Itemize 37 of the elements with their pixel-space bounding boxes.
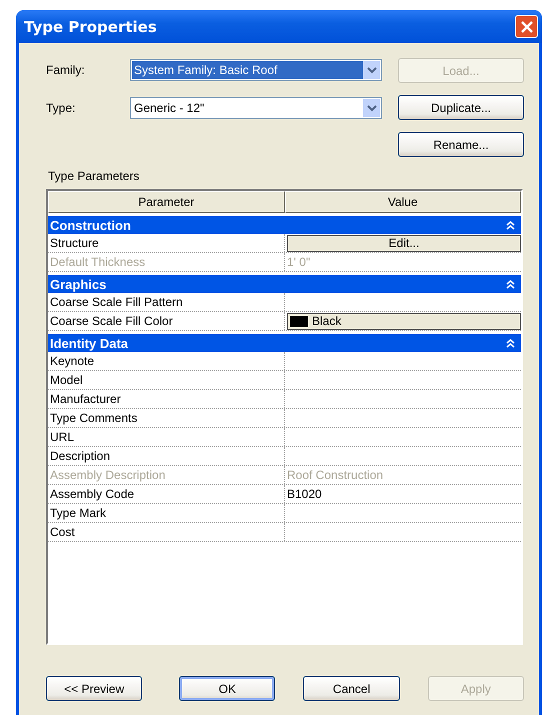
column-header[interactable]: Value	[284, 191, 521, 213]
field-label: Family:	[46, 63, 86, 77]
parameter-cell: Type Mark	[48, 504, 285, 522]
close-icon	[520, 20, 534, 34]
parameter-cell: Type Comments	[48, 409, 285, 427]
close-button[interactable]	[515, 15, 538, 38]
parameter-cell: Keynote	[48, 352, 285, 370]
window-title: Type Properties	[24, 18, 157, 36]
parameter-cell: Model	[48, 371, 285, 389]
dialog-button[interactable]: OK	[179, 676, 276, 701]
group-header[interactable]: Identity Data	[48, 334, 521, 352]
dialog-button[interactable]: << Preview	[46, 676, 142, 701]
value-cell: B1020	[287, 487, 322, 501]
parameter-cell: Assembly Description	[48, 466, 285, 484]
dropdown-field[interactable]: Generic - 12"	[130, 97, 382, 119]
parameter-cell: Description	[48, 447, 285, 465]
parameter-cell: Structure	[48, 234, 285, 252]
column-header[interactable]: Parameter	[48, 191, 284, 213]
color-button[interactable]: Black	[287, 312, 521, 330]
dialog-button[interactable]: Duplicate...	[398, 95, 524, 120]
dialog-button[interactable]: Cancel	[303, 676, 400, 701]
parameter-cell: Assembly Code	[48, 485, 285, 503]
edit-button[interactable]: Edit...	[287, 234, 521, 252]
group-header[interactable]: Graphics	[48, 275, 521, 293]
dialog-button[interactable]: Rename...	[398, 132, 524, 157]
dropdown-field[interactable]: System Family: Basic Roof	[130, 59, 382, 81]
value-cell: 1' 0"	[287, 255, 310, 269]
section-label: Type Parameters	[48, 169, 140, 183]
parameter-cell: Default Thickness	[48, 253, 285, 271]
parameter-cell: Coarse Scale Fill Color	[48, 312, 285, 330]
parameter-cell: Coarse Scale Fill Pattern	[48, 293, 285, 311]
group-header[interactable]: Construction	[48, 216, 521, 234]
parameter-cell: Cost	[48, 523, 285, 541]
value-cell: Roof Construction	[287, 468, 384, 482]
field-label: Type:	[46, 101, 76, 115]
parameter-cell: URL	[48, 428, 285, 446]
parameter-cell: Manufacturer	[48, 390, 285, 408]
